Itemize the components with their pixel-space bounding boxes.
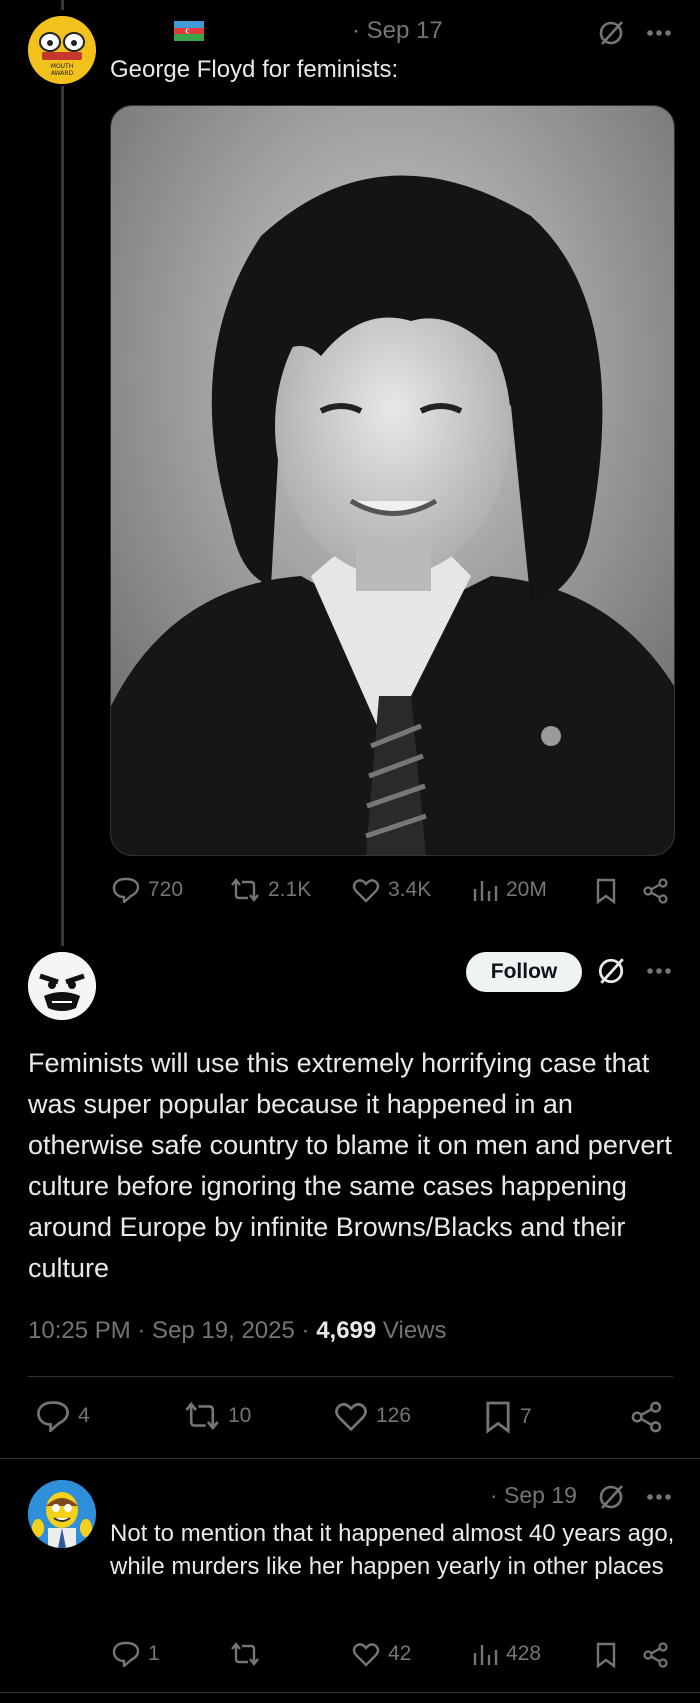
post-text: Feminists will use this extremely horrif… (28, 1048, 672, 1283)
avatar-mouth-award-icon: MOUTH AWARD (28, 16, 96, 84)
svg-text:MOUTH: MOUTH (51, 63, 73, 70)
post-date[interactable]: · Sep 19 (490, 1482, 577, 1509)
reply-button[interactable]: 1 (112, 1641, 160, 1667)
heart-icon (335, 1403, 367, 1432)
reply-button[interactable]: 4 (36, 1400, 90, 1432)
repost-icon (185, 1401, 219, 1431)
reply-icon (37, 1401, 69, 1432)
views-count: 20M (506, 878, 547, 901)
bookmark-icon (486, 1401, 510, 1434)
avatar[interactable]: MOUTH AWARD (28, 16, 96, 84)
reply-icon (112, 1641, 140, 1667)
like-count: 126 (376, 1404, 412, 1427)
avatar-cartoon-icon (28, 1480, 96, 1548)
post-image[interactable] (110, 105, 675, 856)
repost-button[interactable] (230, 1641, 268, 1667)
more-options-icon[interactable] (644, 18, 674, 48)
repost-icon (231, 878, 259, 902)
avatar[interactable] (28, 1480, 96, 1548)
post-text: George Floyd for feminists: (110, 56, 399, 83)
bookmark-icon (596, 1642, 616, 1668)
azerbaijan-flag-icon (174, 21, 204, 41)
like-button[interactable]: 126 (334, 1400, 411, 1432)
share-icon (643, 878, 668, 904)
thread-line (61, 86, 64, 946)
divider (28, 1376, 673, 1377)
like-button[interactable]: 3.4K (352, 877, 431, 903)
share-icon (631, 1401, 662, 1433)
views-count: 4,699 (316, 1317, 377, 1344)
like-count: 42 (388, 1642, 412, 1665)
reply-count: 1 (148, 1642, 160, 1665)
heart-icon (352, 879, 380, 903)
avatar[interactable] (28, 952, 96, 1020)
grok-icon[interactable] (596, 956, 626, 986)
divider (0, 1458, 700, 1459)
more-options-icon[interactable] (644, 956, 674, 986)
grok-icon[interactable] (596, 18, 626, 48)
grok-icon[interactable] (596, 1482, 626, 1512)
like-count: 3.4K (388, 878, 432, 901)
reply-icon (112, 877, 140, 903)
portrait-photo (111, 106, 674, 855)
repost-button[interactable]: 2.1K (230, 877, 311, 903)
reply-count: 720 (148, 878, 184, 901)
post-date[interactable]: · Sep 17 (352, 17, 443, 45)
reply-button[interactable]: 720 (112, 877, 183, 903)
views-label: Views (382, 1317, 447, 1344)
views-button[interactable]: 428 (472, 1641, 541, 1667)
repost-count: 2.1K (268, 878, 312, 901)
avatar-face-icon (28, 952, 96, 1020)
bookmark-button[interactable] (592, 1641, 620, 1669)
analytics-icon (473, 1645, 498, 1665)
follow-button[interactable]: Follow (466, 952, 582, 992)
repost-button[interactable]: 10 (184, 1400, 251, 1432)
repost-count: 10 (228, 1404, 252, 1427)
analytics-icon (473, 881, 498, 901)
divider (0, 1692, 700, 1693)
share-button[interactable] (630, 1400, 664, 1434)
post-meta: 10:25 PM · Sep 19, 2025 · 4,699 Views (28, 1317, 447, 1345)
heart-icon (352, 1643, 380, 1667)
views-button[interactable]: 20M (472, 877, 547, 903)
share-button[interactable] (642, 877, 670, 905)
thread-line-top (61, 0, 64, 10)
repost-icon (231, 1642, 259, 1666)
bookmark-button[interactable]: 7 (484, 1400, 532, 1434)
views-count: 428 (506, 1642, 542, 1665)
more-options-icon[interactable] (644, 1482, 674, 1512)
post-text: Not to mention that it happened almost 4… (110, 1520, 675, 1580)
bookmark-button[interactable] (592, 877, 620, 905)
share-button[interactable] (642, 1641, 670, 1669)
reply-count: 4 (78, 1404, 90, 1427)
share-icon (643, 1642, 668, 1668)
post-timestamp[interactable]: 10:25 PM · Sep 19, 2025 · (28, 1317, 310, 1344)
svg-text:AWARD: AWARD (51, 70, 74, 77)
bookmark-count: 7 (520, 1405, 532, 1428)
like-button[interactable]: 42 (352, 1641, 411, 1667)
bookmark-icon (596, 878, 616, 904)
